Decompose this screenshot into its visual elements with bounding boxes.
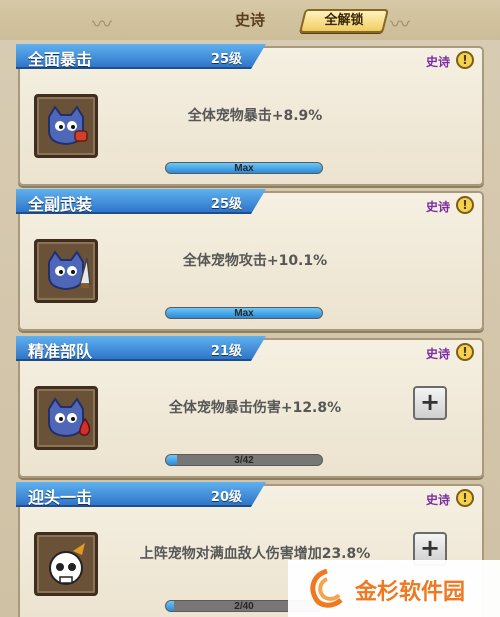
progress-label: Max <box>234 163 254 174</box>
sword-creature-icon <box>34 239 98 303</box>
rarity-label: 史诗 <box>425 347 450 361</box>
effect-text: 全体宠物暴击伤害+12.8% <box>168 400 342 416</box>
unlock-all-button[interactable]: 全解锁 <box>299 9 389 33</box>
skill-name: 全面暴击 <box>28 50 93 69</box>
upgrade-plus-button[interactable]: + <box>413 386 447 420</box>
rarity-label: 史诗 <box>425 493 450 507</box>
effect-text: 全体宠物攻击+10.1% <box>182 253 328 269</box>
info-icon[interactable]: ! <box>456 489 474 507</box>
crimson-fist-creature-icon <box>34 94 98 158</box>
info-icon[interactable]: ! <box>456 196 474 214</box>
watermark-logo-icon <box>306 568 348 609</box>
level-progress-bar: Max <box>165 307 323 319</box>
blood-drop-creature-icon <box>34 386 98 450</box>
skill-name: 全副武装 <box>28 195 93 214</box>
skill-level: 20级 <box>210 490 242 505</box>
watermark-text: 金杉软件园 <box>355 580 466 605</box>
skill-name: 精准部队 <box>28 342 93 361</box>
skill-name: 迎头一击 <box>28 488 93 507</box>
rarity-label: 史诗 <box>425 200 450 214</box>
skill-card-3: 精准部队 21级 史诗 ! 全体宠物暴击伤害+12.8% + 3/42 <box>16 336 484 478</box>
effect-text: 全体宠物暴击+8.9% <box>187 108 323 124</box>
skill-level: 25级 <box>210 52 242 67</box>
skill-name-ribbon: 精准部队 21级 <box>16 336 266 361</box>
skull-icon <box>34 532 98 596</box>
progress-label: 3/42 <box>234 455 254 466</box>
page-title: 史诗 <box>234 11 265 29</box>
skill-level: 25级 <box>210 197 242 212</box>
skill-level: 21级 <box>210 344 242 359</box>
right-ornament-icon: 〰 <box>390 12 410 36</box>
epic-header: 〰 〰 史诗 全解锁 <box>0 0 500 40</box>
level-progress-bar: Max <box>165 162 323 174</box>
skill-card-2: 全副武装 25级 史诗 ! 全体宠物攻击+10.1% Max <box>16 189 484 331</box>
unlock-all-label: 全解锁 <box>324 13 364 28</box>
skill-name-ribbon: 全副武装 25级 <box>16 189 266 214</box>
progress-label: Max <box>234 308 254 319</box>
info-icon[interactable]: ! <box>456 343 474 361</box>
left-ornament-icon: 〰 <box>92 12 112 36</box>
rarity-label: 史诗 <box>425 55 450 69</box>
info-icon[interactable]: ! <box>456 51 474 69</box>
site-watermark: 金杉软件园 <box>288 560 500 617</box>
skill-card-1: 全面暴击 25级 史诗 ! 全体宠物暴击+8.9% Max <box>16 44 484 186</box>
skill-name-ribbon: 迎头一击 20级 <box>16 482 266 507</box>
skill-name-ribbon: 全面暴击 25级 <box>16 44 266 69</box>
level-progress-bar: 3/42 <box>165 454 323 466</box>
